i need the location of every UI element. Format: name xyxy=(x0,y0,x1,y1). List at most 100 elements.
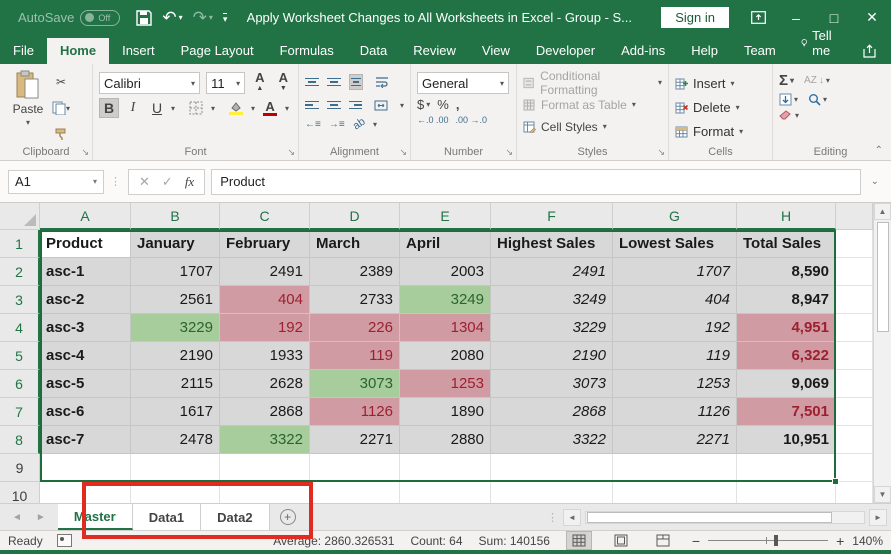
ribbon-tab-file[interactable]: File xyxy=(0,38,47,64)
font-color-button[interactable]: A xyxy=(259,98,281,118)
row-header-8[interactable]: 8 xyxy=(0,426,40,454)
ribbon-tab-home[interactable]: Home xyxy=(47,38,109,64)
cell-E9[interactable] xyxy=(400,454,491,482)
styles-dialog-launcher[interactable]: ↘ xyxy=(657,147,665,158)
ribbon-tab-insert[interactable]: Insert xyxy=(109,38,168,64)
formula-bar-splitter[interactable]: ⋮ xyxy=(110,175,122,188)
increase-decimal-button[interactable]: ←.0 .00 xyxy=(417,115,449,125)
prev-sheet-icon[interactable]: ◄ xyxy=(12,512,22,523)
new-sheet-button[interactable]: + xyxy=(280,509,296,525)
autosum-button[interactable]: Σ▾ xyxy=(779,72,794,89)
zoom-out-button[interactable]: − xyxy=(692,533,700,549)
cell-H6[interactable]: 9,069 xyxy=(737,370,836,398)
cell-F6[interactable]: 3073 xyxy=(491,370,613,398)
center-button[interactable] xyxy=(327,99,341,112)
ribbon-tab-add-ins[interactable]: Add-ins xyxy=(608,38,678,64)
cell-partial-6[interactable] xyxy=(836,370,873,398)
next-sheet-icon[interactable]: ► xyxy=(36,512,46,523)
autosave-toggle[interactable]: AutoSave Off xyxy=(18,10,120,26)
redo-button[interactable]: ↷▾ xyxy=(193,8,213,28)
column-header-f[interactable]: F xyxy=(491,203,613,230)
decrease-decimal-button[interactable]: .00 →.0 xyxy=(456,115,488,125)
cell-G1[interactable]: Lowest Sales xyxy=(613,230,737,258)
top-align-button[interactable] xyxy=(305,76,319,89)
cell-B4[interactable]: 3229 xyxy=(131,314,220,342)
orientation-button[interactable]: ab xyxy=(350,116,367,133)
sheet-tab-master[interactable]: Master xyxy=(58,504,133,530)
cell-C10[interactable] xyxy=(220,482,310,503)
cell-H3[interactable]: 8,947 xyxy=(737,286,836,314)
column-header-e[interactable]: E xyxy=(400,203,491,230)
underline-dropdown-icon[interactable]: ▾ xyxy=(171,104,175,113)
cell-A7[interactable]: asc-6 xyxy=(40,398,131,426)
cell-partial-7[interactable] xyxy=(836,398,873,426)
row-header-1[interactable]: 1 xyxy=(0,230,40,258)
ribbon-tab-page-layout[interactable]: Page Layout xyxy=(168,38,267,64)
cell-C6[interactable]: 2628 xyxy=(220,370,310,398)
increase-font-size-button[interactable]: A▲ xyxy=(251,72,268,94)
sort-filter-button[interactable]: AZ↓▾ xyxy=(804,75,830,86)
cell-C9[interactable] xyxy=(220,454,310,482)
cell-E8[interactable]: 2880 xyxy=(400,426,491,454)
cell-partial-2[interactable] xyxy=(836,258,873,286)
cell-F1[interactable]: Highest Sales xyxy=(491,230,613,258)
ribbon-tab-help[interactable]: Help xyxy=(678,38,731,64)
bottom-align-button[interactable] xyxy=(349,74,363,91)
scroll-right-icon[interactable]: ► xyxy=(869,509,887,526)
font-size-combo[interactable]: 11▾ xyxy=(206,72,245,94)
merge-dropdown-icon[interactable]: ▾ xyxy=(400,101,404,110)
ribbon-tab-developer[interactable]: Developer xyxy=(523,38,608,64)
cell-A1[interactable]: Product xyxy=(40,230,131,258)
cell-F3[interactable]: 3249 xyxy=(491,286,613,314)
cell-D3[interactable]: 2733 xyxy=(310,286,400,314)
name-box[interactable]: A1▾ xyxy=(8,170,104,194)
sheet-tab-data2[interactable]: Data2 xyxy=(201,504,269,530)
delete-cells-button[interactable]: Delete▾ xyxy=(675,96,766,119)
cell-G2[interactable]: 1707 xyxy=(613,258,737,286)
conditional-formatting-button[interactable]: Conditional Formatting▾ xyxy=(523,72,662,93)
cell-D6[interactable]: 3073 xyxy=(310,370,400,398)
cell-B10[interactable] xyxy=(131,482,220,503)
cell-D7[interactable]: 1126 xyxy=(310,398,400,426)
row-header-4[interactable]: 4 xyxy=(0,314,40,342)
ribbon-tab-view[interactable]: View xyxy=(469,38,523,64)
page-break-view-button[interactable] xyxy=(650,531,676,550)
cell-D4[interactable]: 226 xyxy=(310,314,400,342)
clipboard-dialog-launcher[interactable]: ↘ xyxy=(81,147,89,158)
number-format-combo[interactable]: General▾ xyxy=(417,72,509,94)
cell-A6[interactable]: asc-5 xyxy=(40,370,131,398)
comma-style-button[interactable]: , xyxy=(456,97,460,112)
save-button[interactable] xyxy=(136,10,152,26)
formula-input[interactable]: Product xyxy=(211,169,860,195)
cell-H1[interactable]: Total Sales xyxy=(737,230,836,258)
row-header-6[interactable]: 6 xyxy=(0,370,40,398)
cell-B1[interactable]: January xyxy=(131,230,220,258)
copy-button[interactable]: ▾ xyxy=(50,98,72,118)
cell-B2[interactable]: 1707 xyxy=(131,258,220,286)
middle-align-button[interactable] xyxy=(327,76,341,89)
cell-G7[interactable]: 1126 xyxy=(613,398,737,426)
cell-H10[interactable] xyxy=(737,482,836,503)
cell-partial10[interactable] xyxy=(836,482,873,503)
select-all-corner[interactable] xyxy=(0,203,40,230)
cell-G8[interactable]: 2271 xyxy=(613,426,737,454)
cell-partial-8[interactable] xyxy=(836,426,873,454)
alignment-dialog-launcher[interactable]: ↘ xyxy=(399,147,407,158)
number-dialog-launcher[interactable]: ↘ xyxy=(505,147,513,158)
cell-G4[interactable]: 192 xyxy=(613,314,737,342)
fill-color-button[interactable] xyxy=(225,98,247,118)
underline-button[interactable]: U xyxy=(147,98,167,118)
italic-button[interactable]: I xyxy=(123,98,143,118)
cell-C8[interactable]: 3322 xyxy=(220,426,310,454)
close-button[interactable]: ✕ xyxy=(853,0,891,35)
expand-formula-bar-icon[interactable]: ⌄ xyxy=(867,176,883,187)
align-right-button[interactable] xyxy=(349,99,363,112)
cell-E3[interactable]: 3249 xyxy=(400,286,491,314)
zoom-in-button[interactable]: + xyxy=(836,533,844,549)
percent-style-button[interactable]: % xyxy=(437,97,449,112)
bold-button[interactable]: B xyxy=(99,98,119,118)
cell-C1[interactable]: February xyxy=(220,230,310,258)
cancel-entry-icon[interactable]: ✕ xyxy=(139,174,150,190)
borders-dropdown-icon[interactable]: ▾ xyxy=(211,104,215,113)
cell-partial-3[interactable] xyxy=(836,286,873,314)
